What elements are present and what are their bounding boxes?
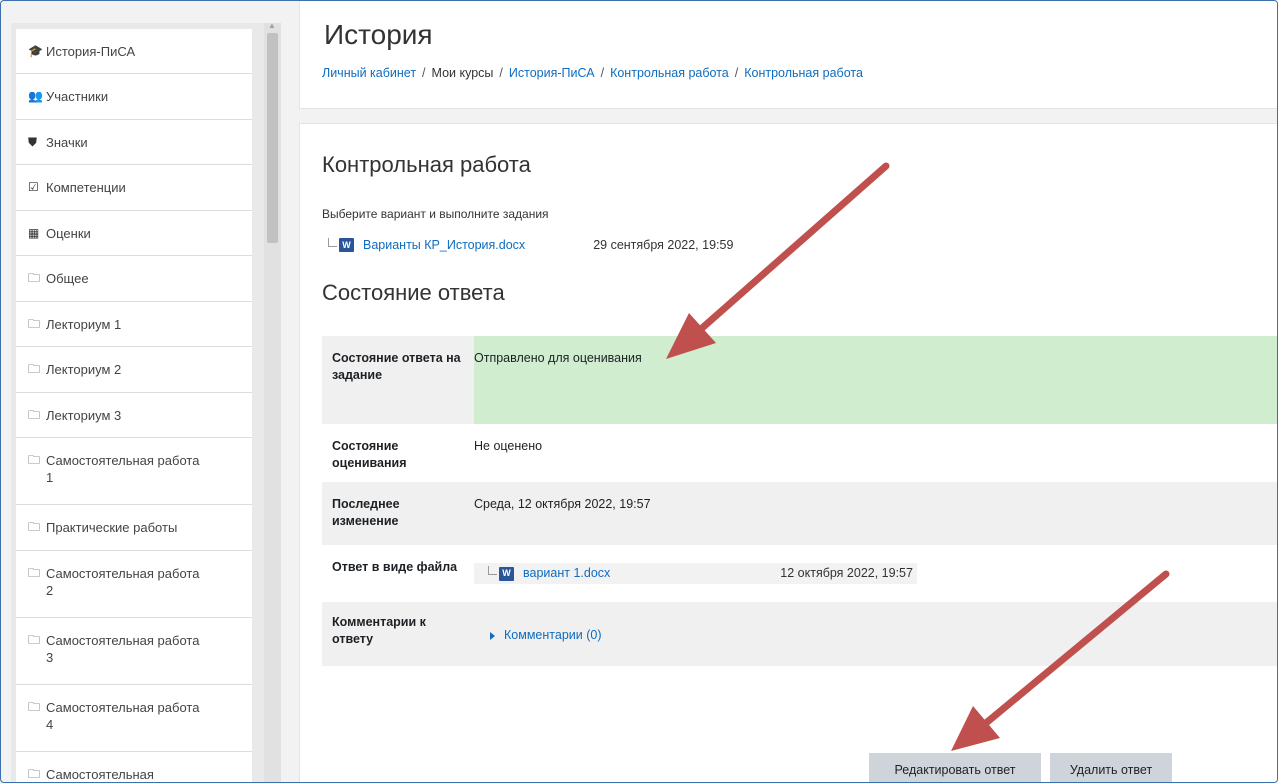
comments-link-label: Комментарии (0) (504, 628, 602, 642)
folder-icon: 🗀 (28, 362, 41, 376)
table-icon: ▦ (28, 226, 40, 240)
nav-item-lectorium-3[interactable]: 🗀 Лекториум 3 (16, 393, 252, 438)
folder-icon: 🗀 (28, 453, 41, 467)
shield-icon: ⛊ (28, 135, 38, 149)
nav-item-label: Общее (46, 271, 89, 286)
submission-status-table: Состояние ответа на задание Отправлено д… (322, 336, 1277, 666)
nav-item-competencies[interactable]: ☑ Компетенции (16, 165, 252, 211)
table-row: Состояние оценивания Не оценено (322, 424, 1277, 482)
nav-item-course[interactable]: 🎓 История-ПиСА (16, 29, 252, 74)
nav-item-label: Значки (46, 135, 88, 150)
nav-item-label: Самостоятельная работа 2 (46, 566, 200, 598)
file-submission-cell: W вариант 1.docx 12 октября 2022, 19:57 (474, 545, 1277, 602)
scrollbar-thumb[interactable] (267, 33, 278, 243)
folder-icon: 🗀 (28, 566, 41, 580)
caret-right-icon (490, 631, 495, 640)
table-row: Последнее изменение Среда, 12 октября 20… (322, 482, 1277, 545)
nav-item-independent-work-3[interactable]: 🗀 Самостоятельная работа 3 (16, 618, 252, 685)
breadcrumb-separator: / (600, 66, 605, 80)
nav-item-label: Компетенции (46, 180, 126, 195)
tree-connector (328, 237, 337, 247)
breadcrumb-course[interactable]: История-ПиСА (509, 66, 595, 80)
nav-item-label: Самостоятельная работа 1 (46, 453, 200, 485)
scroll-up-arrow-icon[interactable]: ▲ (268, 21, 276, 30)
nav-item-label: История-ПиСА (46, 44, 136, 59)
breadcrumb-assignment[interactable]: Контрольная работа (744, 66, 863, 80)
page-header: История Личный кабинет / Мои курсы / История… (299, 1, 1277, 109)
grading-status-value: Не оценено (474, 424, 1277, 482)
nav-item-label: Лекториум 2 (46, 362, 122, 377)
nav-item-badges[interactable]: ⛊ Значки (16, 120, 252, 165)
nav-item-practical-works[interactable]: 🗀 Практические работы (16, 505, 252, 551)
breadcrumb-separator: / (499, 66, 503, 80)
last-modified-value: Среда, 12 октября 2022, 19:57 (474, 482, 1277, 545)
edit-submission-button[interactable]: Редактировать ответ (869, 753, 1041, 782)
nav-item-label: Практические работы (46, 520, 178, 535)
remove-submission-button[interactable]: Удалить ответ (1050, 753, 1172, 782)
nav-item-label: Самостоятельная работа 3 (46, 633, 200, 665)
comments-cell: Комментарии (0) (474, 602, 1277, 666)
folder-icon: 🗀 (28, 408, 41, 422)
word-document-icon: W (499, 566, 514, 581)
nav-item-participants[interactable]: 👥 Участники (16, 74, 252, 120)
submission-status-heading: Состояние ответа (322, 280, 505, 305)
nav-item-independent-work-4[interactable]: 🗀 Самостоятельная работа 4 (16, 685, 252, 752)
submitted-file-date: 12 октября 2022, 19:57 (780, 566, 913, 580)
breadcrumb-separator: / (422, 66, 426, 80)
nav-item-independent-work-1[interactable]: 🗀 Самостоятельная работа 1 (16, 438, 252, 505)
comments-toggle[interactable]: Комментарии (0) (490, 627, 601, 644)
breadcrumb-separator: / (734, 66, 739, 80)
users-icon: 👥 (28, 89, 43, 103)
nav-item-label: Самостоятельная (46, 767, 154, 782)
nav-item-label: Оценки (46, 226, 91, 241)
assignment-attachment: W Варианты КР_История.docx 29 сентября 2… (328, 237, 734, 252)
course-navigation-drawer: 🎓 История-ПиСА 👥 Участники ⛊ Значки ☑ Ко… (11, 21, 281, 782)
checkbox-icon: ☑ (28, 180, 39, 194)
nav-item-label: Лекториум 3 (46, 408, 122, 423)
row-label: Ответ в виде файла (322, 545, 474, 602)
course-nav-list: 🎓 История-ПиСА 👥 Участники ⛊ Значки ☑ Ко… (16, 29, 252, 782)
folder-icon: 🗀 (28, 317, 41, 331)
breadcrumb-dashboard[interactable]: Личный кабинет (322, 66, 416, 80)
breadcrumb-my-courses: Мои курсы (431, 66, 494, 80)
table-row: Комментарии к ответу Комментарии (0) (322, 602, 1277, 666)
folder-icon: 🗀 (28, 633, 41, 647)
row-label: Состояние ответа на задание (322, 336, 474, 424)
attachment-date: 29 сентября 2022, 19:59 (593, 238, 734, 252)
nav-item-label: Лекториум 1 (46, 317, 122, 332)
nav-item-independent-work-5[interactable]: 🗀 Самостоятельная (16, 752, 252, 782)
sidebar-scrollbar[interactable]: ▲ (264, 21, 281, 782)
folder-icon: 🗀 (28, 271, 41, 285)
row-label: Комментарии к ответу (322, 602, 474, 666)
assignment-region: Контрольная работа Выберите вариант и вы… (299, 123, 1277, 782)
assignment-title: Контрольная работа (322, 152, 531, 177)
nav-item-lectorium-2[interactable]: 🗀 Лекториум 2 (16, 347, 252, 393)
attachment-link[interactable]: Варианты КР_История.docx (363, 238, 525, 252)
nav-item-grades[interactable]: ▦ Оценки (16, 211, 252, 256)
word-document-icon: W (339, 238, 354, 252)
row-label: Состояние оценивания (322, 424, 474, 482)
submission-status-value: Отправлено для оценивания (474, 336, 1277, 424)
row-label: Последнее изменение (322, 482, 474, 545)
folder-icon: 🗀 (28, 767, 41, 781)
page-title: История (324, 19, 433, 50)
breadcrumb-section[interactable]: Контрольная работа (610, 66, 729, 80)
nav-item-lectorium-1[interactable]: 🗀 Лекториум 1 (16, 302, 252, 347)
breadcrumb: Личный кабинет / Мои курсы / История-ПиСА / Ко… (322, 66, 863, 80)
graduation-cap-icon: 🎓 (28, 44, 43, 58)
assignment-description: Выберите вариант и выполните задания (322, 207, 549, 221)
table-row: Состояние ответа на задание Отправлено д… (322, 336, 1277, 424)
folder-icon: 🗀 (28, 520, 41, 534)
submitted-file: W вариант 1.docx 12 октября 2022, 19:57 (474, 563, 917, 584)
nav-item-general[interactable]: 🗀 Общее (16, 256, 252, 302)
nav-item-independent-work-2[interactable]: 🗀 Самостоятельная работа 2 (16, 551, 252, 618)
submitted-file-link[interactable]: вариант 1.docx (523, 565, 610, 582)
browser-frame: 🎓 История-ПиСА 👥 Участники ⛊ Значки ☑ Ко… (0, 0, 1278, 783)
nav-item-label: Самостоятельная работа 4 (46, 700, 200, 732)
tree-connector (488, 566, 497, 575)
table-row: Ответ в виде файла W вариант 1.docx 12 о… (322, 545, 1277, 602)
folder-icon: 🗀 (28, 700, 41, 714)
nav-item-label: Участники (46, 89, 109, 104)
